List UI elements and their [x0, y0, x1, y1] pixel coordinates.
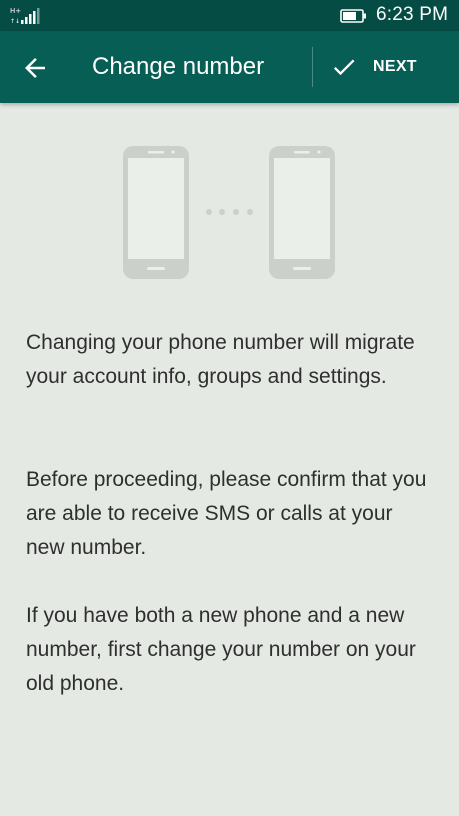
next-button[interactable]: NEXT: [330, 49, 440, 85]
svg-text:H+: H+: [10, 7, 21, 15]
toolbar-divider: [312, 47, 313, 87]
dots-icon: [206, 209, 253, 215]
change-phone-illustration: [123, 146, 335, 279]
old-phone-icon: [123, 146, 189, 279]
page-title: Change number: [92, 53, 265, 80]
status-bar: H+ ↑↓ 6:23 PM: [0, 0, 459, 31]
info-paragraph-new-phone: If you have both a new phone and a new n…: [26, 604, 416, 695]
toolbar: Change number NEXT: [0, 31, 459, 103]
signal-strength-icon: H+ ↑↓: [10, 7, 40, 25]
info-paragraph-migrate: Changing your phone number will migrate …: [26, 331, 415, 388]
svg-text:↑↓: ↑↓: [10, 18, 20, 25]
info-paragraph-confirm: Before proceeding, please confirm that y…: [26, 468, 427, 559]
status-time: 6:23 PM: [376, 4, 449, 25]
battery-icon: [340, 9, 366, 23]
next-button-label: NEXT: [373, 58, 417, 75]
arrow-back-icon[interactable]: [20, 53, 50, 83]
new-phone-icon: [269, 146, 335, 279]
checkmark-icon: [333, 59, 355, 76]
